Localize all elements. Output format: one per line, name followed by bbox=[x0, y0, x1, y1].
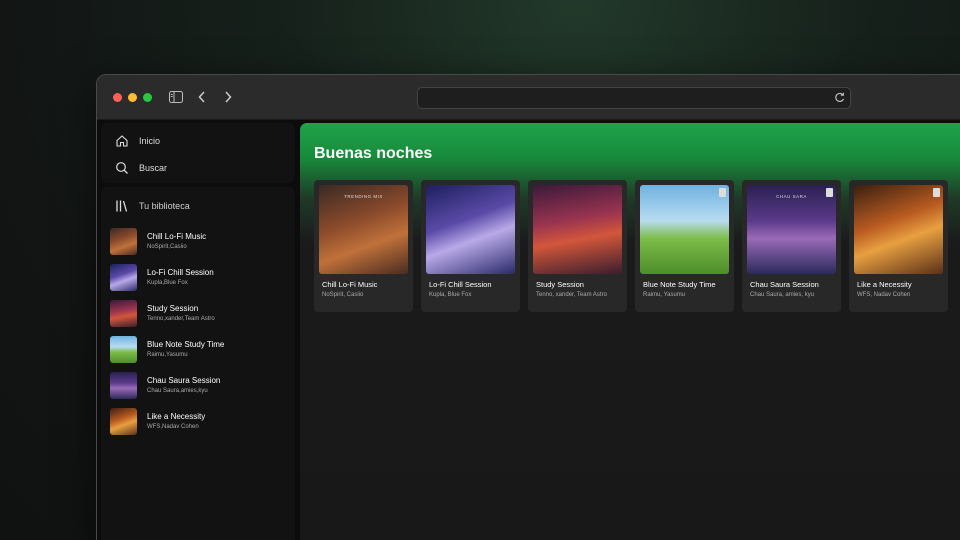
playlist-cover-thumbnail bbox=[110, 335, 137, 363]
minimize-window-button[interactable] bbox=[128, 93, 137, 102]
playlist-cover: TRENDING MIX bbox=[319, 185, 408, 274]
library-item-title: Lo-Fi Chill Session bbox=[147, 268, 214, 277]
back-arrow-icon[interactable] bbox=[193, 88, 211, 106]
playlist-card-title: Chill Lo-Fi Music bbox=[322, 280, 378, 289]
search-icon bbox=[116, 162, 128, 174]
library-item[interactable]: Chill Lo-Fi Music NoSpirit,Casiio bbox=[110, 223, 290, 259]
playlist-cover bbox=[426, 185, 515, 274]
zoom-window-button[interactable] bbox=[143, 93, 152, 102]
library-panel: Tu biblioteca Chill Lo-Fi Music NoSpirit,… bbox=[101, 187, 295, 540]
library-item-subtitle: Raimu,Yasumu bbox=[147, 352, 188, 358]
library-item[interactable]: Chau Saura Session Chau Saura,amies,kyu bbox=[110, 367, 290, 403]
playlist-cover-thumbnail bbox=[110, 299, 137, 327]
playlist-card-title: Like a Necessity bbox=[857, 280, 912, 289]
close-window-button[interactable] bbox=[113, 93, 122, 102]
library-item-title: Like a Necessity bbox=[147, 412, 206, 421]
bookmark-badge-icon bbox=[933, 188, 940, 197]
playlist-card-subtitle: Raimu, Yasumu bbox=[643, 292, 686, 298]
nav-home-label: Inicio bbox=[139, 136, 161, 146]
playlist-card-title: Lo-Fi Chill Session bbox=[429, 280, 492, 289]
playlist-cover-thumbnail bbox=[110, 407, 137, 435]
library-icon bbox=[116, 200, 128, 212]
playlist-card-subtitle: Kupla, Blue Fox bbox=[429, 292, 472, 298]
playlist-cover-thumbnail bbox=[110, 263, 137, 291]
playlist-cover-thumbnail bbox=[110, 227, 137, 255]
library-title: Tu biblioteca bbox=[139, 201, 190, 211]
cover-label: TRENDING MIX bbox=[344, 194, 383, 199]
address-bar[interactable] bbox=[417, 87, 851, 109]
playlist-card[interactable]: Lo-Fi Chill Session Kupla, Blue Fox bbox=[421, 180, 520, 312]
title-bar bbox=[97, 75, 960, 120]
playlist-card-subtitle: Chau Saura, amies, kyu bbox=[750, 292, 815, 298]
playlist-cards: TRENDING MIX Chill Lo-Fi Music NoSpirit, C… bbox=[314, 180, 948, 312]
library-item-title: Blue Note Study Time bbox=[147, 340, 225, 349]
playlist-card[interactable]: CHAU SARA Chau Saura Session Chau Saura, a… bbox=[742, 180, 841, 312]
nav-search-label: Buscar bbox=[139, 163, 168, 173]
sidebar-toggle-icon[interactable] bbox=[167, 88, 185, 106]
playlist-card[interactable]: Like a Necessity WFS, Nadav Cohen bbox=[849, 180, 948, 312]
library-header[interactable]: Tu biblioteca bbox=[115, 199, 190, 213]
greeting-heading: Buenas noches bbox=[314, 145, 433, 162]
playlist-cover bbox=[640, 185, 729, 274]
nav-search[interactable]: Buscar bbox=[115, 161, 167, 175]
bookmark-badge-icon bbox=[719, 188, 726, 197]
browser-window: Inicio Buscar Tu biblioteca Chill Lo-Fi … bbox=[96, 74, 960, 540]
playlist-card-subtitle: NoSpirit, Casiio bbox=[322, 292, 364, 298]
forward-arrow-icon[interactable] bbox=[219, 88, 237, 106]
playlist-cover bbox=[533, 185, 622, 274]
nav-panel: Inicio Buscar bbox=[101, 123, 295, 183]
playlist-cover-thumbnail bbox=[110, 371, 137, 399]
library-item-subtitle: Tenno,xander,Team Astro bbox=[147, 316, 215, 322]
playlist-card[interactable]: Study Session Tenno, xander, Team Astro bbox=[528, 180, 627, 312]
library-item-subtitle: WFS,Nadav Cohen bbox=[147, 424, 199, 430]
playlist-card[interactable]: TRENDING MIX Chill Lo-Fi Music NoSpirit, C… bbox=[314, 180, 413, 312]
library-item-title: Study Session bbox=[147, 304, 199, 313]
library-item[interactable]: Study Session Tenno,xander,Team Astro bbox=[110, 295, 290, 331]
playlist-card-title: Blue Note Study Time bbox=[643, 280, 716, 289]
library-list: Chill Lo-Fi Music NoSpirit,Casiio Lo-Fi Ch… bbox=[110, 223, 290, 439]
library-item-subtitle: Chau Saura,amies,kyu bbox=[147, 388, 208, 394]
library-item-title: Chau Saura Session bbox=[147, 376, 221, 385]
reload-icon[interactable] bbox=[833, 91, 846, 104]
playlist-card-subtitle: Tenno, xander, Team Astro bbox=[536, 292, 607, 298]
library-item-title: Chill Lo-Fi Music bbox=[147, 232, 207, 241]
playlist-cover: CHAU SARA bbox=[747, 185, 836, 274]
library-item[interactable]: Like a Necessity WFS,Nadav Cohen bbox=[110, 403, 290, 439]
library-item[interactable]: Blue Note Study Time Raimu,Yasumu bbox=[110, 331, 290, 367]
cover-label: CHAU SARA bbox=[776, 194, 807, 199]
nav-home[interactable]: Inicio bbox=[115, 134, 160, 148]
playlist-card-subtitle: WFS, Nadav Cohen bbox=[857, 292, 911, 298]
library-item[interactable]: Lo-Fi Chill Session Kupla,Blue Fox bbox=[110, 259, 290, 295]
home-icon bbox=[116, 135, 128, 147]
bookmark-badge-icon bbox=[826, 188, 833, 197]
main-content: Buenas noches TRENDING MIX Chill Lo-Fi Mu… bbox=[300, 123, 960, 540]
playlist-cover bbox=[854, 185, 943, 274]
library-item-subtitle: Kupla,Blue Fox bbox=[147, 280, 188, 286]
playlist-card-title: Study Session bbox=[536, 280, 584, 289]
library-item-subtitle: NoSpirit,Casiio bbox=[147, 244, 187, 250]
playlist-card-title: Chau Saura Session bbox=[750, 280, 819, 289]
playlist-card[interactable]: Blue Note Study Time Raimu, Yasumu bbox=[635, 180, 734, 312]
